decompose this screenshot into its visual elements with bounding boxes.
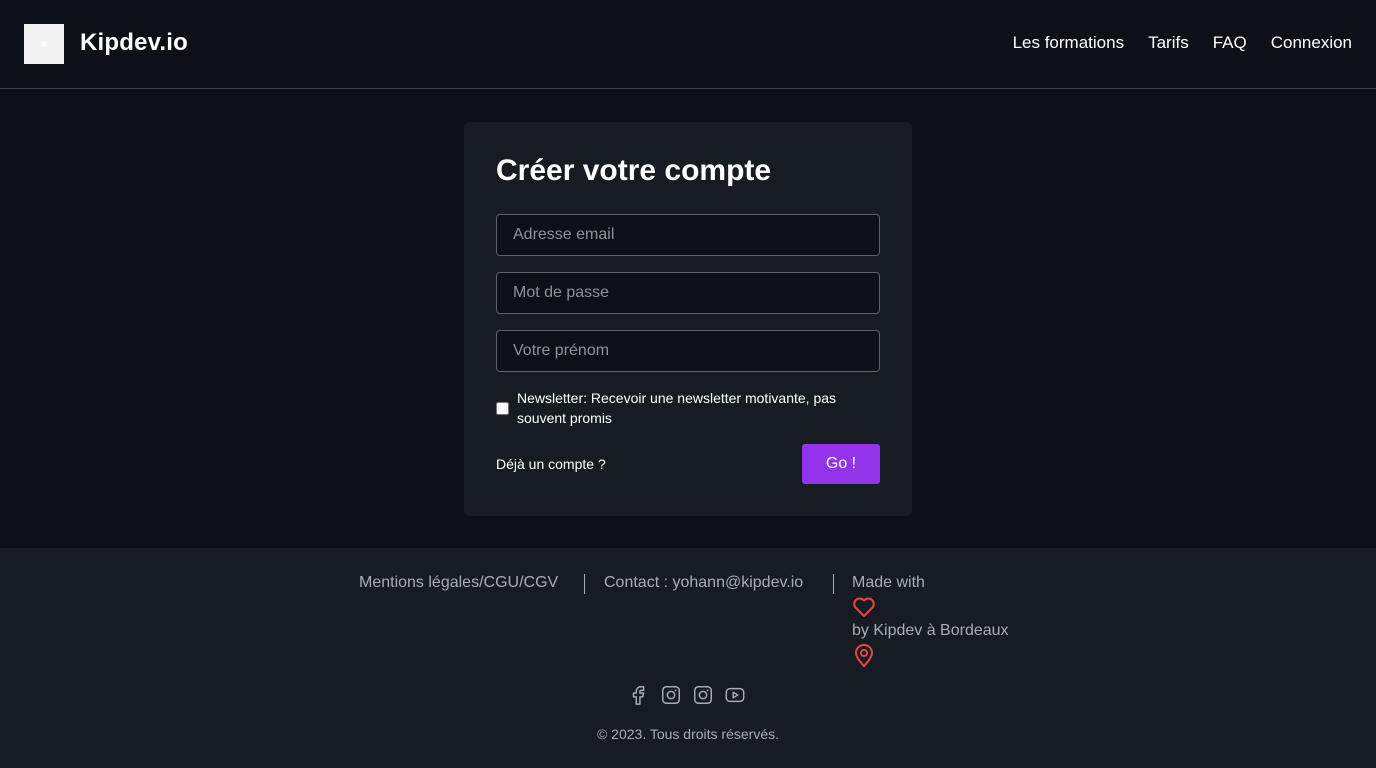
email-input[interactable] [496, 214, 880, 256]
brand-name[interactable]: Kipdev.io [80, 29, 188, 57]
signup-card: Créer votre compte Newsletter: Recevoir … [464, 122, 912, 516]
main-nav: Les formations Tarifs FAQ Connexion [1013, 33, 1352, 53]
instagram-icon[interactable] [692, 684, 714, 706]
newsletter-label[interactable]: Newsletter: Recevoir une newsletter moti… [517, 388, 880, 428]
nav-link-connexion[interactable]: Connexion [1271, 33, 1352, 53]
newsletter-checkbox[interactable] [496, 401, 509, 415]
top-header: Kipdev.io Les formations Tarifs FAQ Conn… [0, 0, 1376, 89]
social-links [628, 684, 746, 706]
newsletter-row: Newsletter: Recevoir une newsletter moti… [496, 388, 880, 428]
nav-link-faq[interactable]: FAQ [1213, 33, 1247, 53]
nav-link-tarifs[interactable]: Tarifs [1148, 33, 1189, 53]
youtube-icon[interactable] [724, 684, 746, 706]
footer-divider [833, 574, 834, 594]
already-account-link[interactable]: Déjà un compte ? [496, 456, 606, 472]
firstname-input[interactable] [496, 330, 880, 372]
password-input[interactable] [496, 272, 880, 314]
form-title: Créer votre compte [496, 154, 772, 187]
heart-icon [853, 597, 875, 617]
instagram-icon[interactable] [660, 684, 682, 706]
footer-links: Mentions légales/CGU/CGV Contact : yohan… [0, 574, 1376, 674]
by-line-text: by Kipdev à Bordeaux [852, 622, 1009, 639]
site-footer: Mentions légales/CGU/CGV Contact : yohan… [0, 548, 1376, 768]
logo-image[interactable] [24, 24, 64, 64]
contact-link[interactable]: Contact : yohann@kipdev.io [604, 574, 803, 592]
footer-divider [584, 574, 585, 594]
copyright-text: © 2023. Tous droits réservés. [596, 726, 780, 742]
made-with-text: Made with [852, 574, 925, 591]
facebook-icon[interactable] [628, 684, 650, 706]
legal-link[interactable]: Mentions légales/CGU/CGV [359, 574, 558, 592]
submit-button[interactable]: Go ! [802, 444, 880, 484]
location-pin-icon [855, 644, 873, 667]
nav-link-formations[interactable]: Les formations [1013, 33, 1125, 53]
